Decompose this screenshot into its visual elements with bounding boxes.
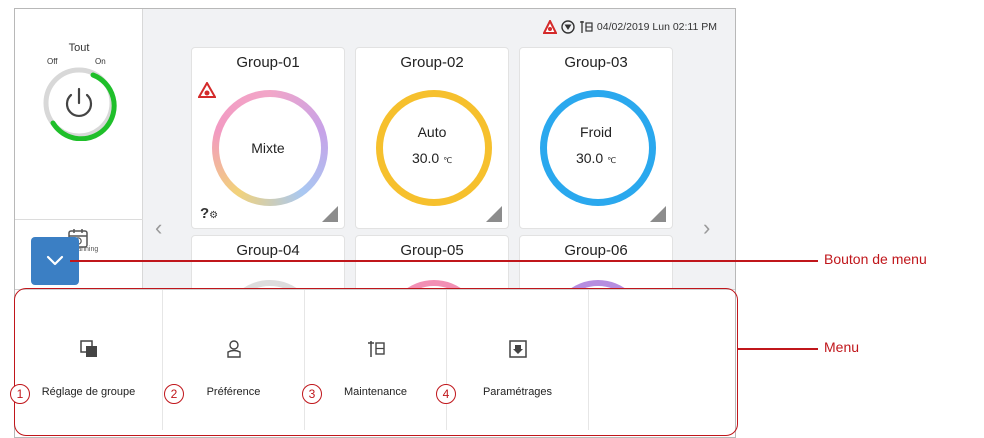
group-card-06[interactable]: Group-06 [519,235,673,295]
menu-button-callout-line [70,260,818,262]
alarm-icon[interactable] [542,20,557,34]
group-card-01[interactable]: Group-01 Mixte ?⚙ [191,47,345,229]
group-title: Group-05 [400,242,464,259]
group-title: Group-02 [400,54,464,71]
card-corner-icon [486,206,502,222]
mode-ring [540,90,656,206]
mode-text: Froid [580,124,612,140]
callout-number-4: 4 [436,384,456,404]
power-toggle[interactable] [41,65,117,141]
mode-text: Mixte [251,140,285,156]
mode-ring [376,90,492,206]
group-card-02[interactable]: Group-02 Auto 30.0 ℃ [355,47,509,229]
group-card-05[interactable]: Group-05 [355,235,509,295]
group-title: Group-03 [564,54,628,71]
date-time: 04/02/2019 Lun 02:11 PM [596,21,717,33]
menu-highlight-box [14,288,738,436]
maintenance-icon[interactable] [579,20,593,34]
alarm-icon [198,82,216,98]
callout-number-1: 1 [10,384,30,404]
group-card-04[interactable]: Group-04 [191,235,345,295]
callout-number-3: 3 [302,384,322,404]
group-title: Group-06 [564,242,628,259]
prev-page-arrow-icon[interactable]: ‹ [155,215,162,241]
group-card-03[interactable]: Group-03 Froid 30.0 ℃ [519,47,673,229]
status-bar: 04/02/2019 Lun 02:11 PM [542,19,717,35]
chevron-down-icon [46,255,64,266]
temperature-text: 30.0 ℃ [411,150,453,166]
all-groups-title: Tout [68,42,90,54]
group-title: Group-01 [236,54,300,71]
sidebar-divider [15,219,143,220]
filter-icon[interactable] [561,20,575,34]
card-corner-icon [650,206,666,222]
group-title: Group-04 [236,242,300,259]
next-page-arrow-icon[interactable]: › [703,215,710,241]
menu-button-callout-label: Bouton de menu [824,251,927,267]
callout-number-2: 2 [164,384,184,404]
help-settings-icon: ?⚙ [200,205,219,222]
card-corner-icon [322,206,338,222]
menu-callout-line [738,348,818,350]
menu-callout-label: Menu [824,339,860,355]
mode-text: Auto [417,124,447,140]
temperature-text: 30.0 ℃ [575,150,617,166]
